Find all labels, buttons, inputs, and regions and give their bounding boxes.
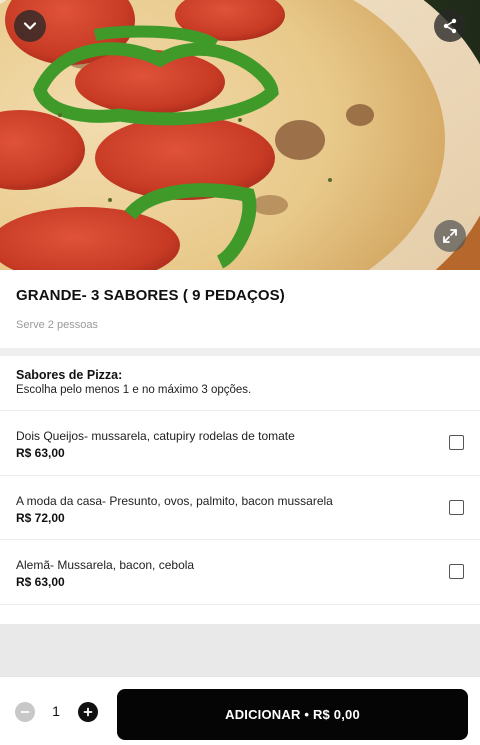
product-image	[0, 0, 480, 270]
flavors-section-header: Sabores de Pizza: Escolha pelo menos 1 e…	[0, 356, 480, 411]
option-checkbox[interactable]	[449, 564, 464, 579]
option-price: R$ 63,00	[16, 446, 65, 460]
decrease-quantity-button[interactable]	[15, 702, 35, 722]
product-header: GRANDE- 3 SABORES ( 9 PEDAÇOS) Serve 2 p…	[0, 270, 480, 348]
option-checkbox[interactable]	[449, 499, 464, 515]
flavor-option[interactable]: A moda da casa- Presunto, ovos, palmito,…	[0, 476, 480, 540]
increase-quantity-button[interactable]	[78, 702, 98, 722]
minus-icon	[20, 711, 30, 713]
share-icon	[443, 18, 457, 34]
expand-icon	[443, 229, 457, 243]
quantity-value: 1	[52, 703, 60, 719]
option-name: A moda da casa- Presunto, ovos, palmito,…	[16, 493, 333, 508]
share-button[interactable]	[434, 10, 466, 42]
flavor-option[interactable]: Alemã- Mussarela, bacon, cebola R$ 63,00	[0, 540, 480, 605]
flavor-options-list: Dois Queijos- mussarela, catupiry rodela…	[0, 411, 480, 605]
collapse-button[interactable]	[14, 10, 46, 42]
option-price: R$ 72,00	[16, 510, 65, 525]
section-divider	[0, 348, 480, 356]
product-serves: Serve 2 pessoas	[16, 319, 98, 331]
product-title: GRANDE- 3 SABORES ( 9 PEDAÇOS)	[16, 287, 285, 304]
scroll-area-background	[0, 624, 480, 676]
option-name: Dois Queijos- mussarela, catupiry rodela…	[16, 429, 295, 443]
add-to-cart-button[interactable]: ADICIONAR • R$ 0,00	[117, 689, 468, 740]
chevron-down-icon	[23, 22, 37, 30]
flavor-option[interactable]: Dois Queijos- mussarela, catupiry rodela…	[0, 411, 480, 476]
option-name: Alemã- Mussarela, bacon, cebola	[16, 558, 195, 572]
section-title: Sabores de Pizza:	[16, 368, 123, 382]
expand-image-button[interactable]	[434, 220, 466, 252]
section-subtitle: Escolha pelo menos 1 e no máximo 3 opçõe…	[16, 384, 252, 396]
option-checkbox[interactable]	[449, 435, 464, 450]
plus-icon	[83, 707, 93, 717]
add-to-cart-bar: 1 ADICIONAR • R$ 0,00	[0, 676, 480, 745]
option-price: R$ 63,00	[16, 575, 65, 589]
